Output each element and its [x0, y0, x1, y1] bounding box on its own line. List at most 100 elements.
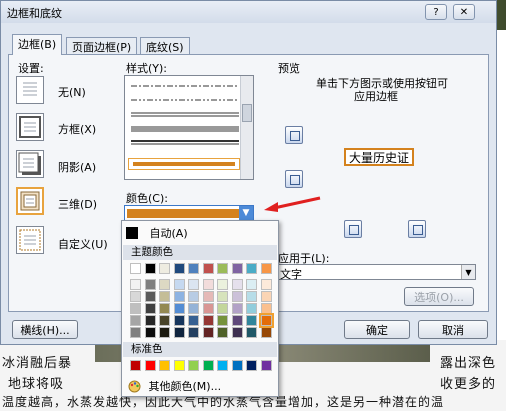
- theme-color-shade-swatch[interactable]: [130, 291, 141, 302]
- theme-color-shade-swatch[interactable]: [130, 315, 141, 326]
- standard-color-swatch[interactable]: [144, 360, 156, 371]
- theme-color-shade-swatch[interactable]: [144, 279, 156, 290]
- left-border-button[interactable]: [344, 220, 362, 238]
- theme-color-swatch[interactable]: [130, 263, 141, 274]
- theme-color-shade-swatch[interactable]: [246, 315, 257, 326]
- setting-box-icon[interactable]: [16, 113, 44, 141]
- style-option[interactable]: [131, 98, 239, 102]
- theme-color-shade-swatch[interactable]: [202, 315, 214, 326]
- theme-color-shade-swatch[interactable]: [260, 279, 272, 290]
- horizontal-line-button[interactable]: 横线(H)...: [12, 320, 78, 339]
- theme-color-shade-swatch[interactable]: [246, 327, 257, 338]
- theme-color-shade-swatch[interactable]: [217, 291, 228, 302]
- setting-none-icon[interactable]: [16, 76, 44, 104]
- theme-color-shade-swatch[interactable]: [173, 315, 185, 326]
- standard-color-swatch[interactable]: [130, 360, 141, 371]
- preview-sample[interactable]: 大量历史证: [344, 148, 414, 166]
- theme-color-shade-swatch[interactable]: [144, 291, 156, 302]
- close-button[interactable]: ✕: [453, 4, 475, 20]
- setting-3d-label[interactable]: 三维(D): [58, 196, 97, 212]
- setting-shadow-icon[interactable]: [16, 150, 44, 178]
- theme-color-shade-swatch[interactable]: [231, 279, 243, 290]
- theme-color-shade-swatch[interactable]: [159, 303, 170, 314]
- cancel-button[interactable]: 取消: [418, 320, 488, 339]
- more-colors-option[interactable]: 其他颜色(M)...: [128, 378, 221, 394]
- setting-custom-label[interactable]: 自定义(U): [58, 236, 108, 252]
- theme-color-shade-swatch[interactable]: [217, 315, 228, 326]
- color-dropdown[interactable]: ▼: [124, 205, 254, 221]
- theme-color-shade-swatch[interactable]: [246, 303, 257, 314]
- help-button[interactable]: ?: [425, 4, 447, 20]
- right-border-button[interactable]: [408, 220, 426, 238]
- standard-color-swatch[interactable]: [260, 360, 272, 371]
- theme-color-shade-swatch[interactable]: [202, 327, 214, 338]
- standard-color-swatch[interactable]: [246, 360, 257, 371]
- theme-color-shade-swatch[interactable]: [202, 279, 214, 290]
- theme-color-swatch[interactable]: [202, 263, 214, 274]
- theme-color-shade-swatch[interactable]: [217, 327, 228, 338]
- theme-color-swatch[interactable]: [159, 263, 170, 274]
- style-option[interactable]: [131, 140, 239, 145]
- apply-to-dropdown[interactable]: 文字 ▼: [276, 264, 476, 281]
- theme-color-shade-swatch[interactable]: [130, 303, 141, 314]
- theme-color-shade-swatch[interactable]: [260, 291, 272, 302]
- top-border-button[interactable]: [285, 126, 303, 144]
- theme-color-shade-swatch[interactable]: [188, 279, 199, 290]
- setting-none-label[interactable]: 无(N): [58, 84, 86, 100]
- theme-color-shade-swatch[interactable]: [231, 291, 243, 302]
- theme-color-shade-swatch[interactable]: [202, 303, 214, 314]
- style-option[interactable]: [131, 126, 239, 132]
- tab-page-border[interactable]: 页面边框(P): [66, 37, 138, 54]
- standard-color-swatch[interactable]: [231, 360, 243, 371]
- theme-color-swatch[interactable]: [231, 263, 243, 274]
- setting-box-label[interactable]: 方框(X): [58, 121, 96, 137]
- setting-shadow-label[interactable]: 阴影(A): [58, 159, 96, 175]
- theme-color-shade-swatch[interactable]: [159, 315, 170, 326]
- theme-color-shade-swatch[interactable]: [231, 315, 243, 326]
- theme-color-shade-swatch[interactable]: [217, 279, 228, 290]
- theme-color-shade-swatch[interactable]: [231, 327, 243, 338]
- theme-color-shade-swatch[interactable]: [217, 303, 228, 314]
- theme-color-shade-swatch[interactable]: [173, 279, 185, 290]
- theme-color-shade-swatch[interactable]: [130, 279, 141, 290]
- theme-color-shade-swatch[interactable]: [130, 327, 141, 338]
- theme-color-swatch[interactable]: [188, 263, 199, 274]
- standard-color-swatch[interactable]: [188, 360, 199, 371]
- theme-color-shade-swatch[interactable]: [144, 303, 156, 314]
- theme-color-swatch[interactable]: [144, 263, 156, 274]
- theme-color-shade-swatch[interactable]: [159, 327, 170, 338]
- tab-shading[interactable]: 底纹(S): [140, 37, 190, 54]
- style-option-selected[interactable]: [128, 158, 240, 170]
- theme-color-shade-swatch[interactable]: [188, 291, 199, 302]
- theme-color-swatch[interactable]: [246, 263, 257, 274]
- setting-custom-icon[interactable]: [16, 226, 44, 254]
- standard-color-swatch[interactable]: [173, 360, 185, 371]
- theme-color-shade-swatch[interactable]: [144, 315, 156, 326]
- style-scrollbar[interactable]: [240, 76, 253, 179]
- theme-color-swatch[interactable]: [260, 263, 272, 274]
- standard-color-swatch[interactable]: [202, 360, 214, 371]
- chevron-down-icon[interactable]: ▼: [461, 265, 475, 279]
- theme-color-shade-swatch[interactable]: [231, 303, 243, 314]
- theme-color-shade-swatch[interactable]: [188, 327, 199, 338]
- standard-color-swatch[interactable]: [217, 360, 228, 371]
- auto-color-option[interactable]: 自动(A): [126, 225, 188, 241]
- standard-color-swatch[interactable]: [159, 360, 170, 371]
- theme-color-shade-swatch[interactable]: [173, 327, 185, 338]
- chevron-down-icon[interactable]: ▼: [239, 206, 253, 220]
- bottom-border-button[interactable]: [285, 170, 303, 188]
- theme-color-shade-swatch[interactable]: [188, 303, 199, 314]
- theme-color-shade-swatch[interactable]: [246, 279, 257, 290]
- ok-button[interactable]: 确定: [344, 320, 410, 339]
- setting-3d-icon[interactable]: [16, 187, 44, 215]
- theme-color-shade-swatch[interactable]: [159, 291, 170, 302]
- theme-color-swatch[interactable]: [217, 263, 228, 274]
- style-listbox[interactable]: [124, 75, 254, 180]
- tab-borders[interactable]: 边框(B): [12, 34, 63, 55]
- theme-color-shade-swatch[interactable]: [159, 279, 170, 290]
- theme-color-shade-swatch[interactable]: [246, 291, 257, 302]
- theme-color-shade-swatch[interactable]: [173, 291, 185, 302]
- theme-color-shade-swatch[interactable]: [260, 327, 272, 338]
- theme-color-shade-swatch[interactable]: [173, 303, 185, 314]
- style-option[interactable]: [131, 112, 239, 118]
